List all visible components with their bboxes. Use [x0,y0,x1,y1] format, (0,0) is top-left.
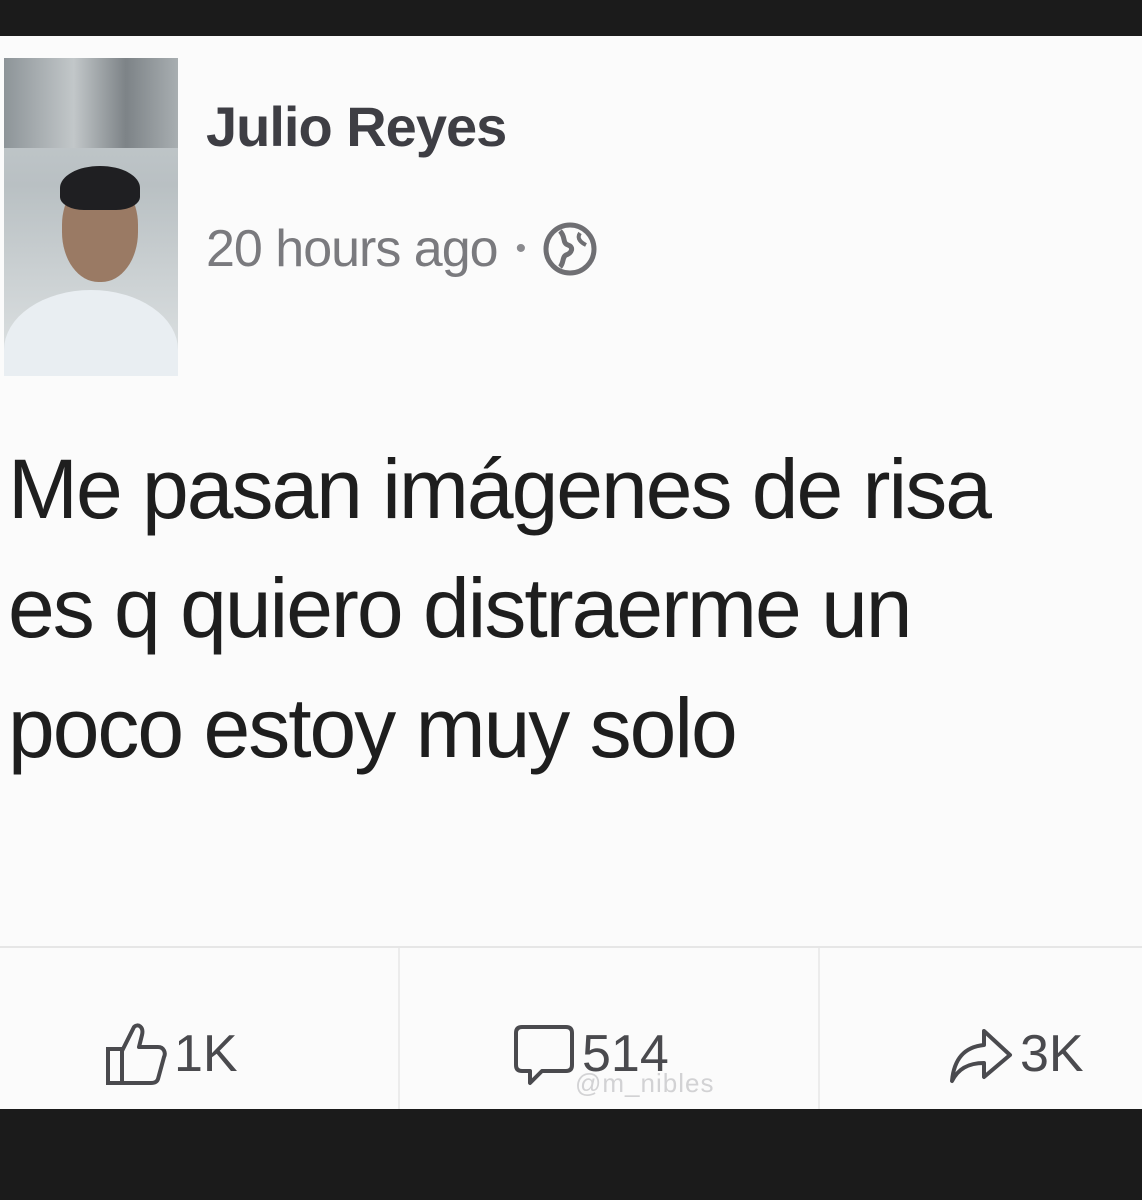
avatar-background [4,58,178,148]
thumbs-up-icon [106,1023,167,1085]
post-meta: 20 hours ago • [206,214,598,284]
meta-separator: • [515,232,527,265]
watermark: @m_nibles [575,1068,715,1098]
post-text-line: Me pasan imágenes de risa [8,442,992,536]
share-icon [950,1029,1012,1083]
post-text-line: es q quiero distraerme un [8,561,913,656]
author-name[interactable]: Julio Reyes [206,94,507,159]
avatar-shirt [4,290,178,376]
share-count: 3K [1020,1025,1084,1083]
like-count: 1K [174,1025,238,1083]
post-timestamp[interactable]: 20 hours ago [206,219,499,279]
author-avatar[interactable] [4,58,178,376]
post-content: Me pasan imágenes de risa es q quiero di… [8,430,1128,788]
action-separator [398,948,400,1109]
share-button[interactable]: 3K [948,1008,1084,1100]
social-post: Julio Reyes 20 hours ago • Me pasan imág… [0,36,1142,1109]
comment-icon [514,1025,574,1085]
top-black-bar [0,0,1142,36]
bottom-black-bar [0,1109,1142,1200]
action-separator [818,948,820,1109]
globe-icon [543,222,597,276]
like-button[interactable]: 1K [104,1008,238,1100]
post-actions: 1K 514 3K [0,948,1142,1109]
post-text-line: poco estoy muy solo [8,680,738,775]
avatar-hair [60,166,140,210]
